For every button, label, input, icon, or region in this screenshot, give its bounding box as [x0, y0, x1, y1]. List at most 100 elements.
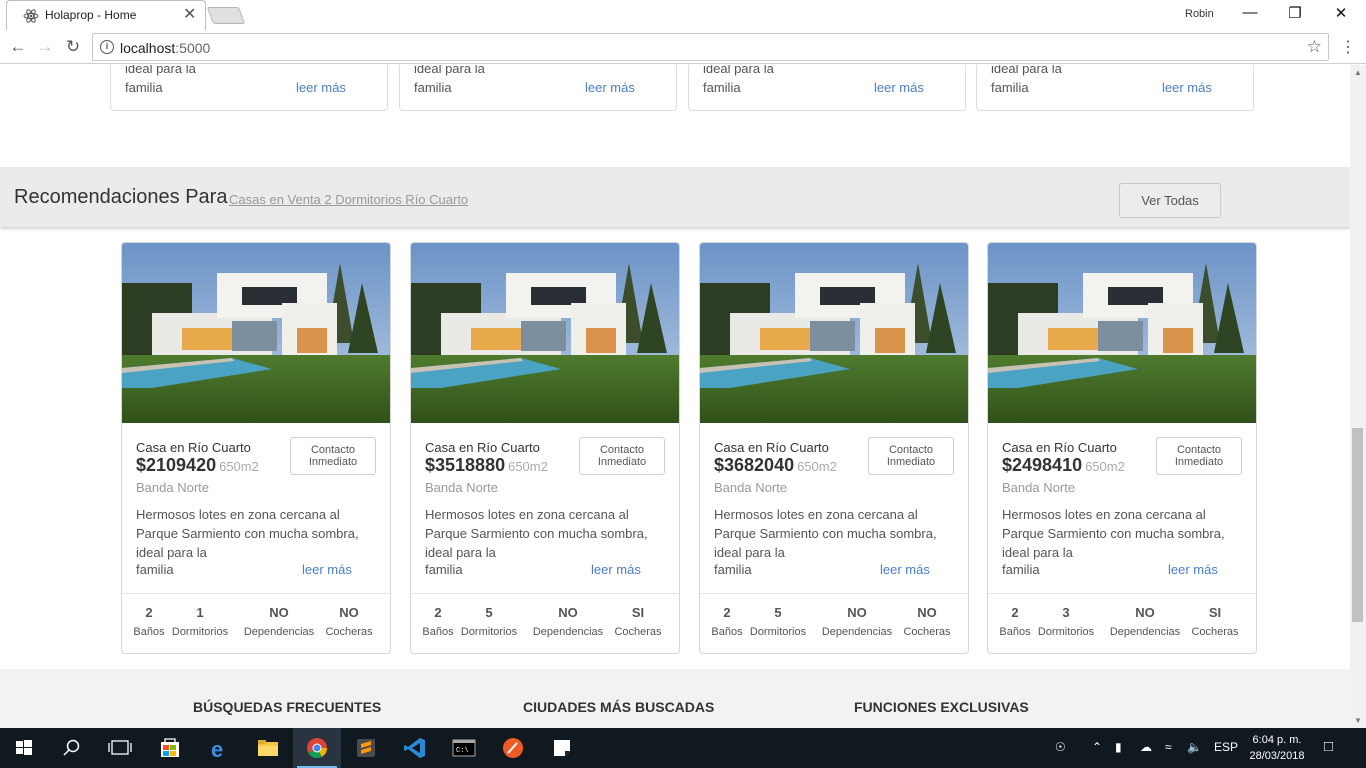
card-description: familia — [125, 80, 163, 95]
feature-label: Dormitorios — [749, 626, 807, 638]
read-more-link[interactable]: leer más — [880, 562, 930, 577]
profile-name[interactable]: Robin — [1185, 8, 1214, 20]
feature-dependencias: NO Dependencias — [528, 605, 608, 638]
recommendations-filter-link[interactable]: Casas en Venta 2 Dormitorios Río Cuarto — [229, 192, 468, 207]
address-bar[interactable]: i localhost:5000 ☆ — [92, 33, 1329, 61]
card-description: ideal para la — [125, 65, 196, 76]
edge-browser-icon: e — [211, 737, 223, 762]
react-logo-icon — [23, 9, 39, 23]
property-area: 650m2 — [508, 459, 548, 474]
taskbar-store[interactable] — [146, 728, 194, 768]
feature-cocheras: NO Cocheras — [887, 605, 967, 638]
task-view-button[interactable] — [96, 728, 144, 768]
property-description: Hermosos lotes en zona cercana al Parque… — [1002, 507, 1225, 560]
browser-tab[interactable]: Holaprop - Home ✕ — [6, 0, 206, 30]
property-card[interactable]: Casa en Río Cuarto $3682040 650m2 Contact… — [699, 242, 969, 654]
new-tab-button[interactable] — [206, 7, 246, 24]
property-card[interactable]: Casa en Río Cuarto $2498410 650m2 Contact… — [987, 242, 1257, 654]
bookmark-star-icon[interactable]: ☆ — [1307, 37, 1322, 57]
property-price: $3518880 650m2 — [425, 455, 548, 475]
read-more-link[interactable]: leer más — [1168, 562, 1218, 577]
system-clock[interactable]: 6:04 p. m. 28/03/2018 — [1242, 732, 1312, 764]
taskbar-sublime-text[interactable] — [342, 728, 390, 768]
tab-close-icon[interactable]: ✕ — [183, 6, 196, 24]
feature-label: Dormitorios — [1037, 626, 1095, 638]
property-card[interactable]: Casa en Río Cuarto $3518880 650m2 Contact… — [410, 242, 680, 654]
contact-now-button[interactable]: Contacto Inmediato — [1156, 437, 1242, 475]
property-zone: Banda Norte — [425, 480, 498, 495]
property-photo[interactable] — [411, 243, 679, 423]
minimize-icon[interactable]: — — [1240, 4, 1260, 21]
house-photo — [122, 243, 390, 423]
feature-label: Dependencias — [243, 626, 315, 638]
reload-icon[interactable]: ↻ — [62, 37, 84, 57]
taskbar-sticky-notes[interactable] — [538, 728, 586, 768]
input-language[interactable]: ESP — [1214, 740, 1238, 754]
feature-value: 1 — [196, 605, 204, 620]
battery-icon[interactable]: ▮ — [1115, 740, 1122, 754]
onedrive-cloud-icon[interactable]: ☁ — [1140, 740, 1152, 754]
info-icon[interactable]: i — [100, 40, 114, 54]
property-type: Casa en Río Cuarto — [136, 440, 251, 455]
contact-now-button[interactable]: Contacto Inmediato — [290, 437, 376, 475]
scroll-thumb[interactable] — [1352, 428, 1363, 622]
wifi-icon[interactable]: ≈ — [1165, 740, 1172, 754]
scroll-down-arrow-icon[interactable]: ▼ — [1354, 716, 1362, 725]
terminal-icon: C:\ — [452, 739, 476, 757]
read-more-link[interactable]: leer más — [585, 80, 635, 95]
feature-value: 5 — [485, 605, 493, 620]
property-card[interactable]: Casa en Río Cuarto $2109420 650m2 Contact… — [121, 242, 391, 654]
taskbar-file-explorer[interactable] — [244, 728, 292, 768]
taskbar-command-prompt[interactable]: C:\ — [440, 728, 488, 768]
house-photo — [411, 243, 679, 423]
read-more-link[interactable]: leer más — [1162, 80, 1212, 95]
view-all-button[interactable]: Ver Todas — [1119, 183, 1221, 218]
search-button[interactable] — [48, 728, 96, 768]
taskbar-chrome[interactable] — [293, 728, 341, 768]
footer: BÚSQUEDAS FRECUENTES CIUDADES MÁS BUSCAD… — [0, 669, 1350, 728]
volume-icon[interactable]: 🔈 — [1187, 740, 1202, 754]
property-price: $2109420 650m2 — [136, 455, 259, 475]
contact-now-button[interactable]: Contacto Inmediato — [579, 437, 665, 475]
windows-taskbar: e C:\ ☉ ⌃ ▮ ☁ ≈ 🔈 ESP 6:04 p. m. 28/03/2… — [0, 728, 1366, 768]
feature-dependencias: NO Dependencias — [239, 605, 319, 638]
start-button[interactable] — [0, 728, 48, 768]
card-description: ideal para la — [703, 65, 774, 76]
scroll-up-arrow-icon[interactable]: ▲ — [1354, 68, 1362, 77]
page-scrollbar[interactable]: ▲ ▼ — [1350, 65, 1366, 728]
read-more-link[interactable]: leer más — [874, 80, 924, 95]
forward-arrow-icon[interactable]: → — [34, 37, 56, 57]
feature-value: NO — [847, 605, 867, 620]
maximize-icon[interactable]: ❐ — [1285, 4, 1305, 22]
property-card-partial: ideal para la familia leer más — [976, 65, 1254, 111]
card-description: familia — [414, 80, 452, 95]
property-description-end: familia — [425, 562, 463, 577]
show-hidden-icons-icon[interactable]: ⌃ — [1092, 740, 1102, 754]
url-text: localhost:5000 — [120, 40, 211, 56]
close-window-icon[interactable]: ✕ — [1331, 4, 1351, 22]
property-photo[interactable] — [122, 243, 390, 423]
read-more-link[interactable]: leer más — [591, 562, 641, 577]
read-more-link[interactable]: leer más — [296, 80, 346, 95]
taskbar-vscode[interactable] — [391, 728, 439, 768]
feature-cocheras: NO Cocheras — [309, 605, 389, 638]
read-more-link[interactable]: leer más — [302, 562, 352, 577]
feature-value: NO — [917, 605, 937, 620]
chrome-browser-icon — [307, 738, 328, 759]
action-center-icon[interactable]: □ — [1324, 738, 1333, 755]
taskbar-postman[interactable] — [489, 728, 537, 768]
back-arrow-icon[interactable]: ← — [7, 37, 29, 57]
property-photo[interactable] — [988, 243, 1256, 423]
property-area: 650m2 — [219, 459, 259, 474]
svg-text:C:\: C:\ — [456, 747, 469, 755]
card-description: familia — [703, 80, 741, 95]
contact-now-button[interactable]: Contacto Inmediato — [868, 437, 954, 475]
property-photo[interactable] — [700, 243, 968, 423]
taskbar-edge[interactable]: e — [195, 728, 243, 768]
vscode-icon — [404, 738, 425, 758]
property-description-end: familia — [136, 562, 174, 577]
people-icon[interactable]: ☉ — [1055, 740, 1066, 754]
chrome-menu-icon[interactable]: ⋮ — [1340, 37, 1356, 57]
sublime-text-icon — [357, 739, 375, 757]
feature-value: NO — [558, 605, 578, 620]
